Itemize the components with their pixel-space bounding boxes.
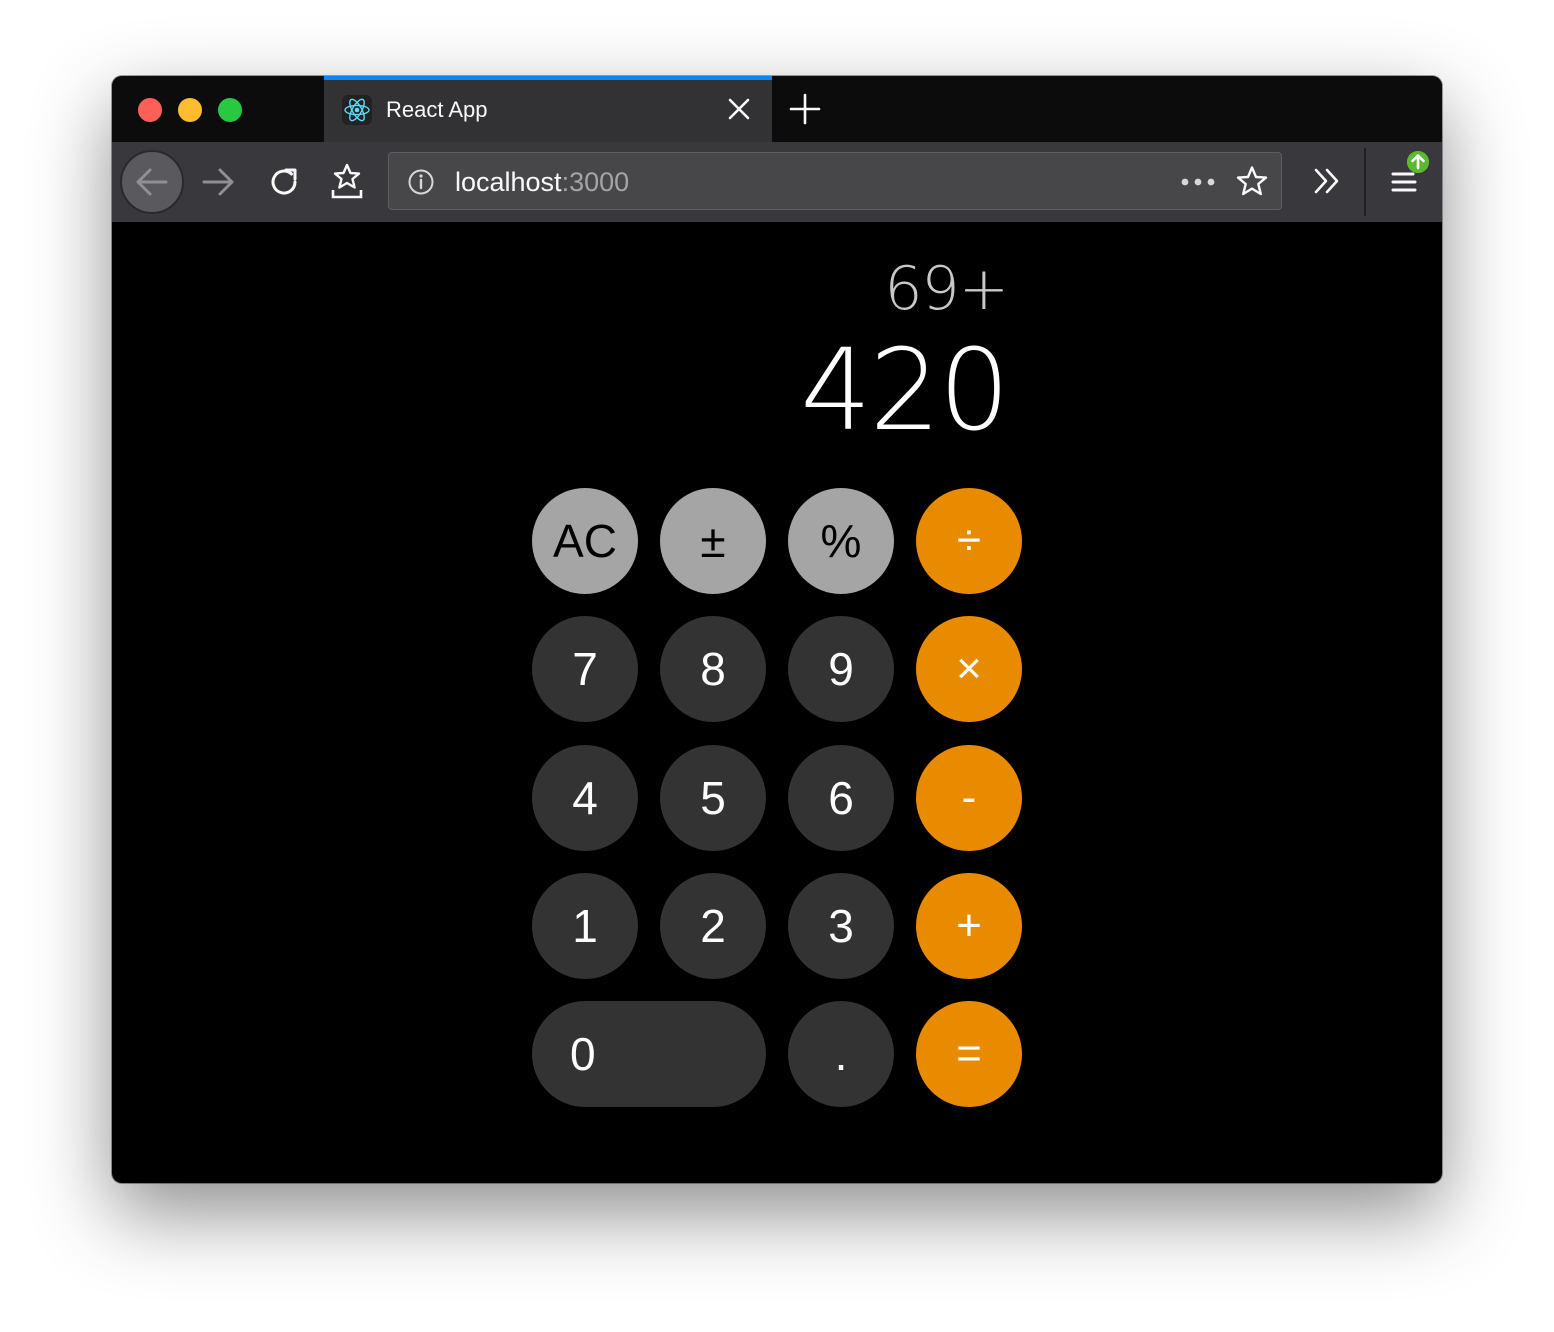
equals-button[interactable]: = bbox=[916, 1001, 1022, 1107]
percent-button[interactable]: % bbox=[788, 488, 894, 594]
back-button[interactable] bbox=[120, 150, 184, 214]
forward-arrow-icon[interactable] bbox=[200, 164, 236, 200]
digit-6-button[interactable]: 6 bbox=[788, 745, 894, 851]
digit-5-button[interactable]: 5 bbox=[660, 745, 766, 851]
back-arrow-icon bbox=[136, 168, 168, 196]
minimize-window-button[interactable] bbox=[178, 98, 202, 122]
nav-toolbar: localhost:3000 bbox=[112, 142, 1442, 222]
url-port: :3000 bbox=[561, 167, 630, 197]
digit-1-button[interactable]: 1 bbox=[532, 873, 638, 979]
expression-display: 69+ bbox=[884, 254, 1009, 324]
toolbar-divider bbox=[1364, 148, 1366, 216]
app-menu-icon[interactable] bbox=[1388, 150, 1432, 198]
digit-7-button[interactable]: 7 bbox=[532, 616, 638, 722]
decimal-button[interactable]: . bbox=[788, 1001, 894, 1107]
tab-strip: React App bbox=[112, 76, 1442, 142]
divide-button[interactable]: ÷ bbox=[916, 488, 1022, 594]
reload-icon[interactable] bbox=[266, 164, 302, 200]
close-window-button[interactable] bbox=[138, 98, 162, 122]
digit-0-button[interactable]: 0 bbox=[532, 1001, 766, 1107]
digit-4-button[interactable]: 4 bbox=[532, 745, 638, 851]
result-display: 420 bbox=[800, 326, 1010, 456]
maximize-window-button[interactable] bbox=[218, 98, 242, 122]
plus-minus-button[interactable]: ± bbox=[660, 488, 766, 594]
close-tab-icon[interactable] bbox=[726, 96, 752, 122]
tab-title: React App bbox=[386, 97, 488, 122]
subtract-button[interactable]: - bbox=[916, 745, 1022, 851]
digit-3-button[interactable]: 3 bbox=[788, 873, 894, 979]
new-tab-plus-icon[interactable] bbox=[788, 92, 822, 126]
tab-active-indicator bbox=[324, 76, 772, 80]
react-logo-icon bbox=[342, 95, 372, 125]
url-host: localhost bbox=[455, 167, 562, 197]
page-actions-icon[interactable] bbox=[1179, 169, 1217, 195]
info-icon[interactable] bbox=[407, 168, 435, 196]
add-button[interactable]: + bbox=[916, 873, 1022, 979]
digit-2-button[interactable]: 2 bbox=[660, 873, 766, 979]
multiply-button[interactable]: × bbox=[916, 616, 1022, 722]
tab-react-app[interactable]: React App bbox=[324, 76, 772, 142]
clear-button[interactable]: AC bbox=[532, 488, 638, 594]
url-text: localhost:3000 bbox=[455, 167, 629, 197]
browser-window: React App localhost:3000 69+ 420 AC ± % … bbox=[112, 76, 1442, 1183]
address-bar[interactable]: localhost:3000 bbox=[388, 152, 1282, 210]
overflow-chevrons-icon[interactable] bbox=[1312, 166, 1342, 196]
digit-9-button[interactable]: 9 bbox=[788, 616, 894, 722]
bookmark-star-icon[interactable] bbox=[1235, 165, 1269, 199]
digit-8-button[interactable]: 8 bbox=[660, 616, 766, 722]
bookmark-star-tray-icon[interactable] bbox=[330, 162, 364, 202]
